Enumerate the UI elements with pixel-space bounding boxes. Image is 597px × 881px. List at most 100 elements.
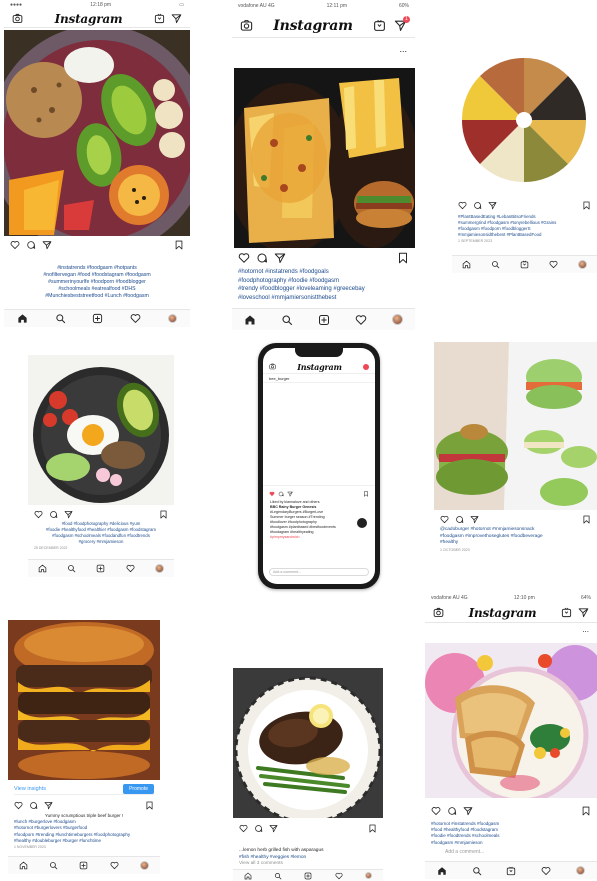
comment-icon[interactable]	[254, 824, 263, 833]
activity-icon[interactable]	[126, 564, 135, 573]
camera-icon[interactable]	[240, 19, 253, 32]
igtv-icon[interactable]	[561, 607, 572, 618]
comment-input[interactable]: Add a comment...	[269, 568, 369, 576]
share-icon[interactable]	[269, 824, 278, 833]
activity-icon[interactable]	[541, 866, 551, 876]
search-icon[interactable]	[281, 314, 293, 326]
camera-icon[interactable]	[269, 363, 276, 370]
camera-icon[interactable]	[12, 13, 23, 24]
activity-icon[interactable]	[130, 313, 141, 324]
home-icon[interactable]	[244, 314, 256, 326]
post-image-blank[interactable]	[263, 382, 375, 486]
share-icon[interactable]	[42, 240, 52, 250]
bookmark-icon[interactable]	[159, 510, 168, 519]
bookmark-icon[interactable]	[368, 824, 377, 833]
phone-mockup: Instagram bee_burger Liked by kiannalove…	[258, 343, 380, 589]
heart-icon[interactable]	[239, 824, 248, 833]
activity-icon[interactable]	[549, 260, 558, 269]
heart-icon[interactable]	[10, 240, 20, 250]
share-icon[interactable]	[470, 515, 479, 524]
heart-icon[interactable]	[458, 201, 467, 210]
igtv-icon[interactable]	[506, 866, 516, 876]
add-post-icon[interactable]	[96, 564, 105, 573]
direct-icon[interactable]	[578, 607, 589, 618]
comment-icon[interactable]	[26, 240, 36, 250]
bookmark-icon[interactable]	[145, 801, 154, 810]
home-icon[interactable]	[17, 313, 28, 324]
share-icon[interactable]	[287, 491, 293, 497]
home-icon[interactable]	[38, 564, 47, 573]
view-comments-link[interactable]: View all 3 comments	[239, 861, 377, 868]
post-image-smoothie-bowl[interactable]	[4, 30, 190, 236]
add-post-icon[interactable]	[92, 313, 103, 324]
direct-icon[interactable]	[171, 13, 182, 24]
notification-dot	[362, 363, 369, 370]
activity-icon[interactable]	[335, 872, 343, 880]
bookmark-icon[interactable]	[174, 240, 184, 250]
view-insights-link[interactable]: View insights	[14, 786, 46, 792]
igtv-icon[interactable]	[373, 19, 386, 32]
comment-icon[interactable]	[447, 806, 457, 816]
profile-avatar[interactable]	[167, 314, 177, 323]
igtv-icon[interactable]	[154, 13, 165, 24]
profile-avatar[interactable]	[364, 872, 372, 879]
search-icon[interactable]	[55, 313, 66, 324]
post-image-toast-plate[interactable]	[425, 643, 597, 798]
bookmark-icon[interactable]	[581, 806, 591, 816]
profile-avatar[interactable]	[154, 564, 164, 573]
comment-input[interactable]: Add a comment...	[445, 849, 484, 855]
post-image-grains-wheel[interactable]	[452, 40, 597, 195]
post-image-grilled-fish[interactable]	[233, 668, 383, 818]
share-icon[interactable]	[274, 252, 286, 264]
post-image-breakfast-plate[interactable]	[28, 355, 174, 505]
bookmark-icon[interactable]	[363, 491, 369, 497]
post-image-triple-burger[interactable]	[8, 620, 160, 780]
heart-icon[interactable]	[431, 806, 441, 816]
comment-icon[interactable]	[256, 252, 268, 264]
heart-icon[interactable]	[238, 252, 250, 264]
profile-avatar[interactable]	[391, 314, 403, 325]
bookmark-icon[interactable]	[582, 515, 591, 524]
home-icon[interactable]	[19, 861, 28, 870]
post-image-loaded-fries[interactable]	[234, 68, 415, 248]
add-post-icon[interactable]	[318, 314, 330, 326]
search-icon[interactable]	[472, 866, 482, 876]
bookmark-icon[interactable]	[397, 252, 409, 264]
search-icon[interactable]	[274, 872, 282, 880]
home-icon[interactable]	[244, 872, 252, 880]
activity-icon[interactable]	[110, 861, 119, 870]
bookmark-icon[interactable]	[582, 201, 591, 210]
comment-icon[interactable]	[29, 801, 38, 810]
camera-icon[interactable]	[433, 607, 444, 618]
post-username[interactable]: bee_burger	[269, 376, 289, 381]
more-options-icon[interactable]: ...	[399, 44, 407, 54]
home-icon[interactable]	[437, 866, 447, 876]
promote-button[interactable]: Promote	[123, 783, 154, 794]
comment-icon[interactable]	[473, 201, 482, 210]
search-icon[interactable]	[49, 861, 58, 870]
direct-icon[interactable]: 1	[394, 16, 410, 32]
share-icon[interactable]	[463, 806, 473, 816]
heart-icon[interactable]	[440, 515, 449, 524]
share-icon[interactable]	[44, 801, 53, 810]
igtv-icon[interactable]	[520, 260, 529, 269]
heart-icon[interactable]	[269, 491, 275, 497]
more-options-icon[interactable]: ...	[582, 625, 589, 634]
share-icon[interactable]	[488, 201, 497, 210]
comment-icon[interactable]	[278, 491, 284, 497]
post-image-avocado-burgers[interactable]	[434, 342, 597, 510]
profile-avatar[interactable]	[140, 861, 150, 870]
heart-icon[interactable]	[14, 801, 23, 810]
add-post-icon[interactable]	[79, 861, 88, 870]
comment-icon[interactable]	[455, 515, 464, 524]
profile-avatar[interactable]	[578, 260, 587, 269]
profile-avatar[interactable]	[575, 866, 585, 875]
home-icon[interactable]	[462, 260, 471, 269]
share-icon[interactable]	[64, 510, 73, 519]
search-icon[interactable]	[67, 564, 76, 573]
heart-icon[interactable]	[34, 510, 43, 519]
search-icon[interactable]	[491, 260, 500, 269]
comment-icon[interactable]	[49, 510, 58, 519]
activity-icon[interactable]	[355, 314, 367, 326]
add-post-icon[interactable]	[304, 872, 312, 880]
